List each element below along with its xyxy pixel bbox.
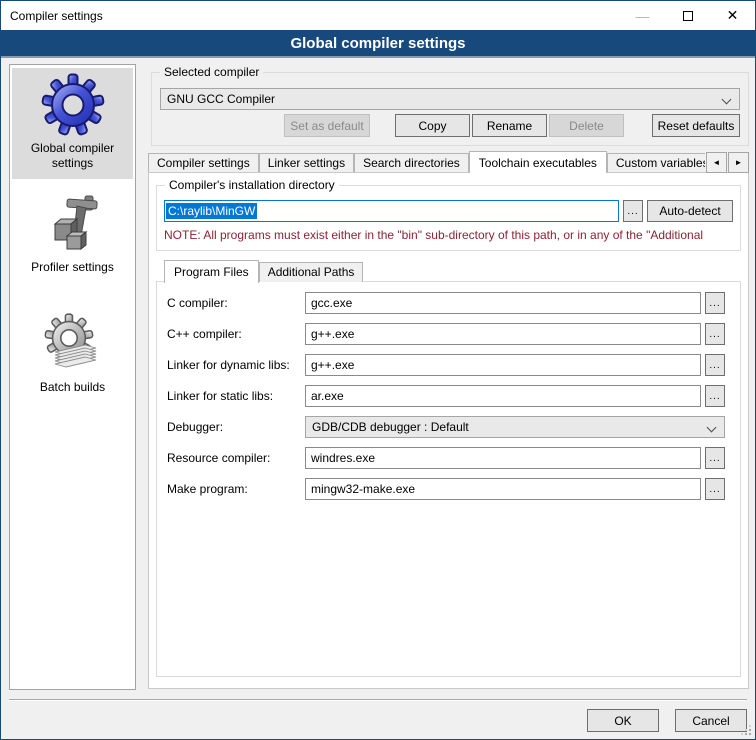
title-bar[interactable]: Compiler settings — ✕ xyxy=(1,1,755,30)
reset-defaults-button[interactable]: Reset defaults xyxy=(652,114,740,137)
maximize-button[interactable] xyxy=(665,1,710,30)
program-subtabs: Program Files Additional Paths xyxy=(164,259,363,282)
sidebar-item-label: Batch builds xyxy=(14,380,131,395)
cpp-compiler-browse-button[interactable]: ... xyxy=(705,323,725,345)
compiler-select-value: GNU GCC Compiler xyxy=(167,92,275,106)
linker-dynamic-browse-button[interactable]: ... xyxy=(705,354,725,376)
linker-static-input[interactable] xyxy=(305,385,701,407)
tab-scroll-left-icon[interactable]: ◄ xyxy=(706,152,727,173)
close-button[interactable]: ✕ xyxy=(710,1,755,30)
tab-scroll-right-icon[interactable]: ► xyxy=(728,152,749,173)
subtab-program-files[interactable]: Program Files xyxy=(164,260,259,283)
tab-compiler-settings[interactable]: Compiler settings xyxy=(148,153,259,173)
compiler-select[interactable]: GNU GCC Compiler xyxy=(160,88,740,110)
c-compiler-label: C compiler: xyxy=(167,296,305,310)
sidebar-item-batch-builds[interactable]: Batch builds xyxy=(12,307,133,403)
resource-compiler-input[interactable] xyxy=(305,447,701,469)
tab-custom-variables[interactable]: Custom variables xyxy=(607,153,705,173)
tab-scroll-arrows: ◄ ► xyxy=(705,152,749,173)
resize-grip[interactable] xyxy=(742,726,752,736)
c-compiler-input[interactable] xyxy=(305,292,701,314)
linker-static-label: Linker for static libs: xyxy=(167,389,305,403)
cancel-button[interactable]: Cancel xyxy=(675,709,747,732)
debugger-row: Debugger: GDB/CDB debugger : Default xyxy=(167,416,725,438)
banner-title: Global compiler settings xyxy=(290,35,465,52)
cpp-compiler-input[interactable] xyxy=(305,323,701,345)
make-program-label: Make program: xyxy=(167,482,305,496)
resource-compiler-label: Resource compiler: xyxy=(167,451,305,465)
make-program-row: Make program: ... xyxy=(167,478,725,500)
selected-compiler-group: Selected compiler GNU GCC Compiler Set a… xyxy=(151,72,749,146)
toolchain-executables-page: Compiler's installation directory C:\ray… xyxy=(148,172,749,689)
close-icon: ✕ xyxy=(727,7,739,24)
selected-compiler-legend: Selected compiler xyxy=(160,65,263,80)
sidebar-item-profiler-settings[interactable]: Profiler settings xyxy=(12,187,133,283)
compiler-settings-dialog: Compiler settings — ✕ Global compiler se… xyxy=(0,0,756,740)
banner: Global compiler settings xyxy=(1,30,755,58)
linker-dynamic-input[interactable] xyxy=(305,354,701,376)
delete-button[interactable]: Delete xyxy=(549,114,624,137)
selected-path-text: C:\raylib\MinGW xyxy=(166,203,257,219)
make-program-browse-button[interactable]: ... xyxy=(705,478,725,500)
cpp-compiler-label: C++ compiler: xyxy=(167,327,305,341)
tab-search-directories[interactable]: Search directories xyxy=(354,153,469,173)
minimize-button[interactable]: — xyxy=(620,1,665,30)
linker-static-browse-button[interactable]: ... xyxy=(705,385,725,407)
debugger-select-value: GDB/CDB debugger : Default xyxy=(312,420,469,434)
chevron-down-icon xyxy=(707,423,717,433)
set-as-default-button[interactable]: Set as default xyxy=(284,114,370,137)
caliper-icon xyxy=(41,192,105,256)
auto-detect-button[interactable]: Auto-detect xyxy=(647,200,733,222)
sidebar-item-global-compiler-settings[interactable]: Global compiler settings xyxy=(12,68,133,179)
window-title: Compiler settings xyxy=(1,9,103,23)
tab-linker-settings[interactable]: Linker settings xyxy=(259,153,354,173)
c-compiler-browse-button[interactable]: ... xyxy=(705,292,725,314)
copy-button[interactable]: Copy xyxy=(395,114,470,137)
note-text: NOTE: All programs must exist either in … xyxy=(164,228,740,242)
caption-controls: — ✕ xyxy=(620,1,755,30)
chevron-down-icon xyxy=(722,95,732,105)
linker-dynamic-row: Linker for dynamic libs: ... xyxy=(167,354,725,376)
installation-directory-row: C:\raylib\MinGW ... Auto-detect xyxy=(164,200,733,222)
linker-static-row: Linker for static libs: ... xyxy=(167,385,725,407)
cpp-compiler-row: C++ compiler: ... xyxy=(167,323,725,345)
make-program-input[interactable] xyxy=(305,478,701,500)
resource-compiler-row: Resource compiler: ... xyxy=(167,447,725,469)
linker-dynamic-label: Linker for dynamic libs: xyxy=(167,358,305,372)
tabs-strip: Compiler settings Linker settings Search… xyxy=(148,151,705,173)
sidebar-item-label: Global compiler settings xyxy=(14,141,131,171)
subtab-additional-paths[interactable]: Additional Paths xyxy=(259,262,364,282)
maximize-icon xyxy=(683,11,693,21)
footer-divider xyxy=(9,699,747,701)
ok-button[interactable]: OK xyxy=(587,709,659,732)
sidebar-item-label: Profiler settings xyxy=(14,260,131,275)
minimize-icon: — xyxy=(636,8,650,24)
installation-directory-legend: Compiler's installation directory xyxy=(165,178,339,193)
debugger-label: Debugger: xyxy=(167,420,305,434)
blue-gear-icon xyxy=(41,73,105,137)
settings-tabs: Compiler settings Linker settings Search… xyxy=(148,151,749,173)
installation-directory-input[interactable]: C:\raylib\MinGW xyxy=(164,200,619,222)
c-compiler-row: C compiler: ... xyxy=(167,292,725,314)
gray-gear-stack-icon xyxy=(41,312,105,376)
program-files-page: C compiler: ... C++ compiler: ... Linker… xyxy=(156,281,741,677)
settings-category-list: Global compiler settings Profiler s xyxy=(9,64,136,690)
browse-directory-button[interactable]: ... xyxy=(623,200,643,222)
tab-toolchain-executables[interactable]: Toolchain executables xyxy=(469,151,607,173)
resource-compiler-browse-button[interactable]: ... xyxy=(705,447,725,469)
installation-directory-group: Compiler's installation directory C:\ray… xyxy=(156,185,741,251)
rename-button[interactable]: Rename xyxy=(472,114,547,137)
debugger-select[interactable]: GDB/CDB debugger : Default xyxy=(305,416,725,438)
compiler-buttons-row: Set as default Copy Rename Delete Reset … xyxy=(160,114,740,137)
